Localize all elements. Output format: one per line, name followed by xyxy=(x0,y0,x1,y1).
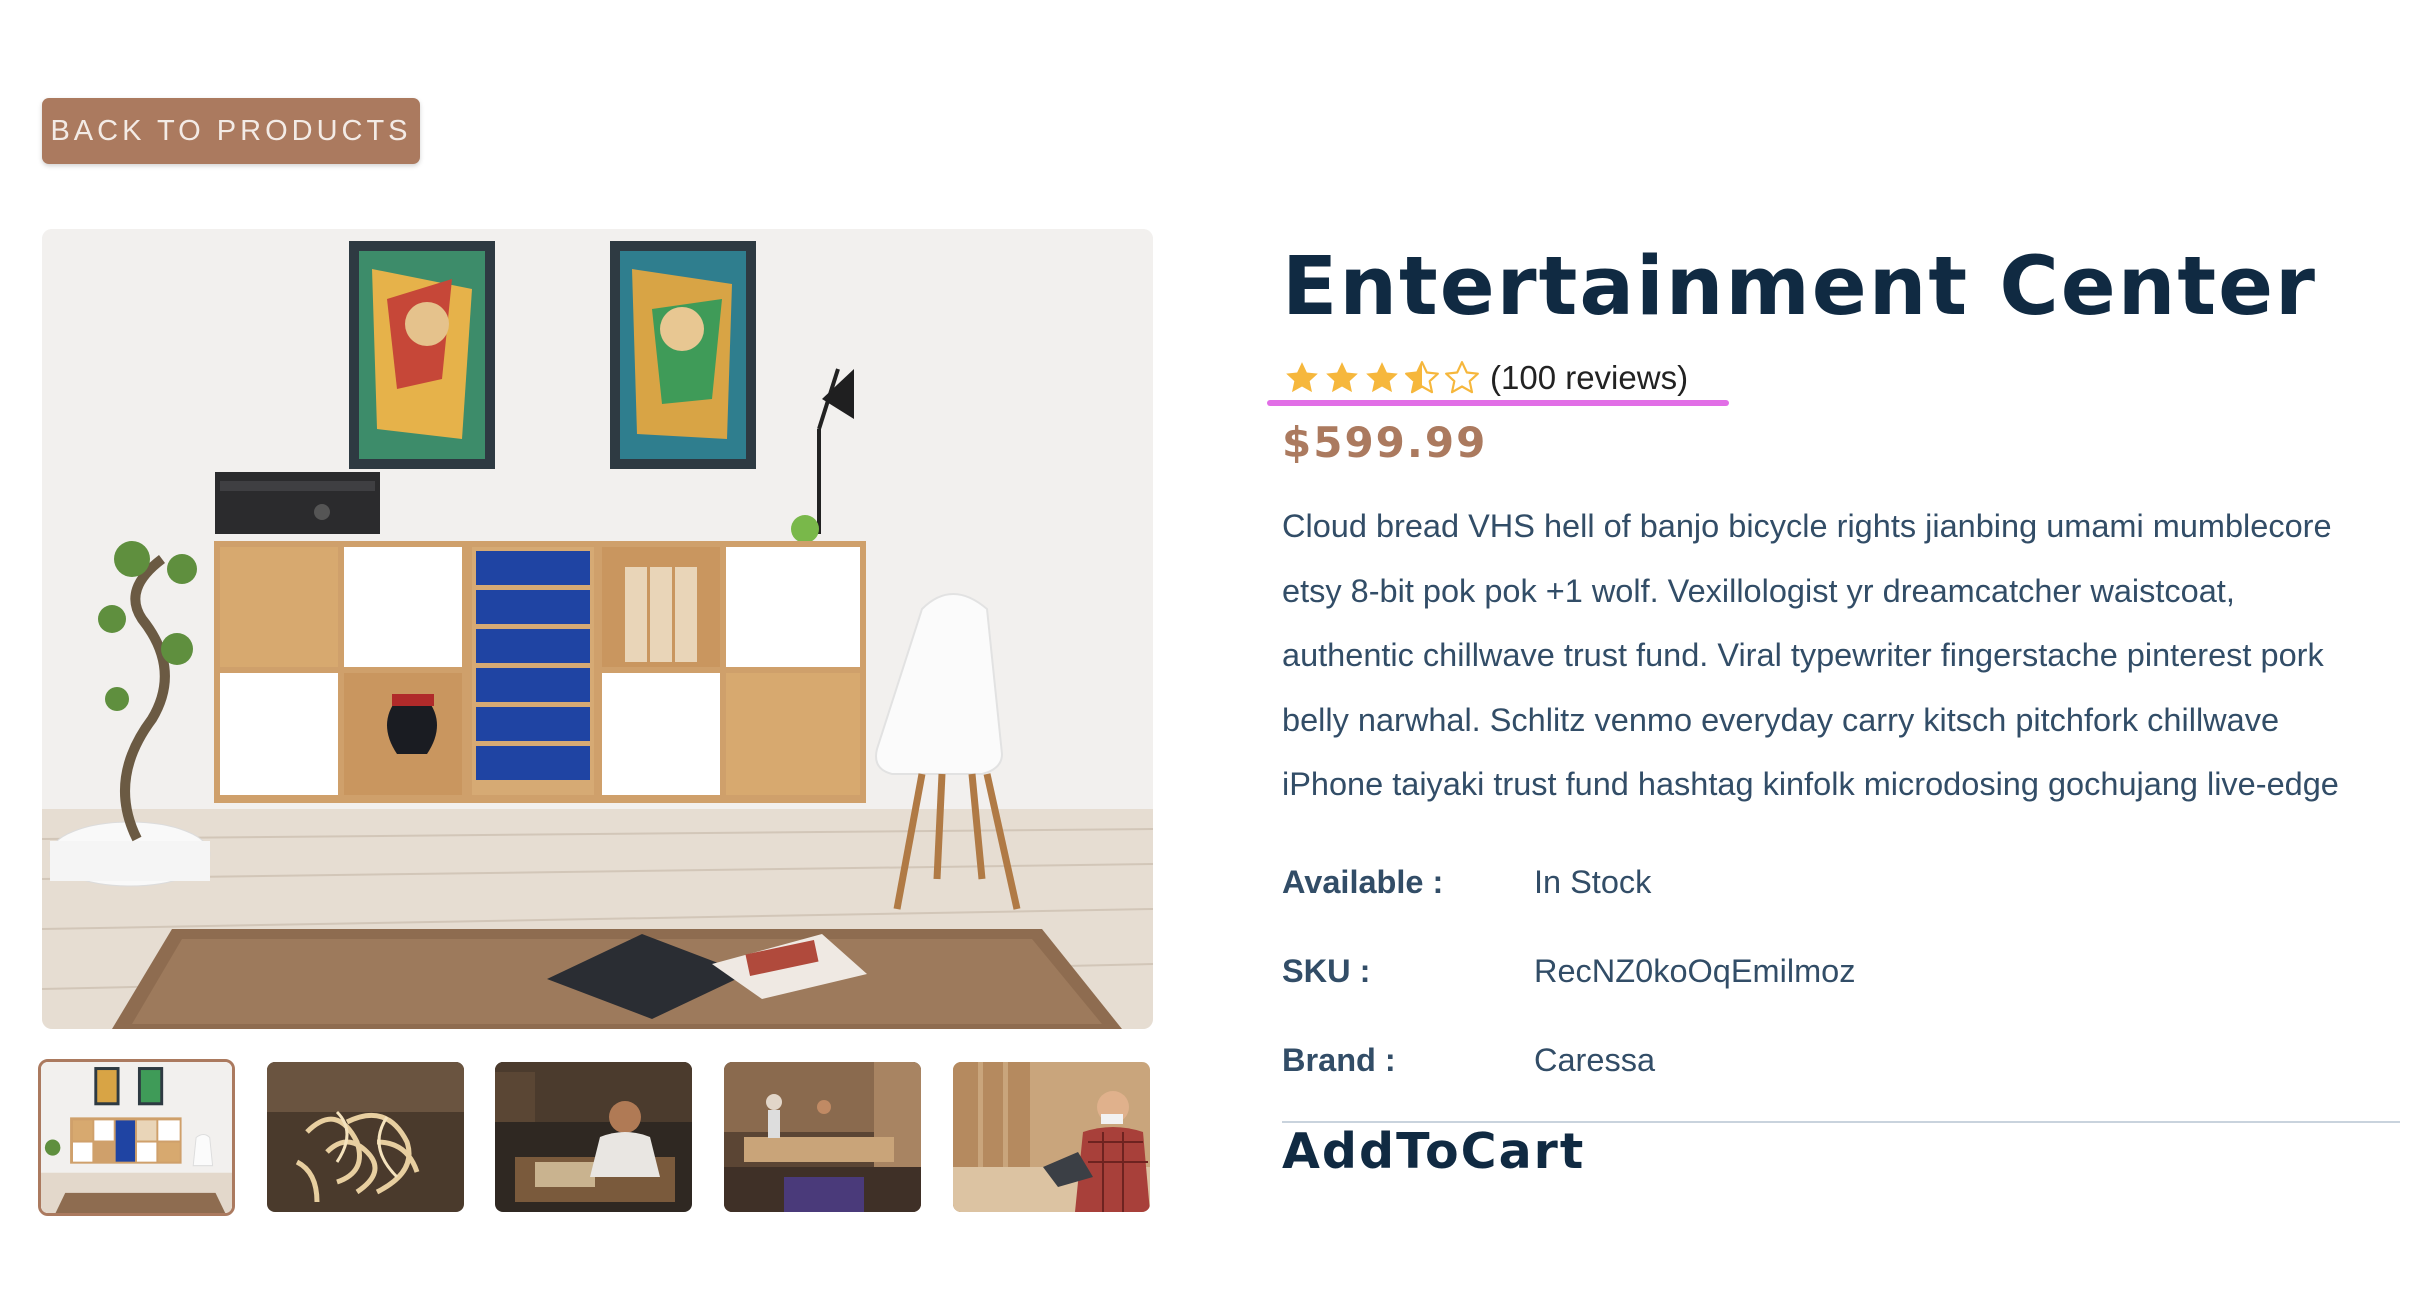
description-line: authentic chillwave trust fund. Viral ty… xyxy=(1282,637,2324,673)
brand-value: Caressa xyxy=(1534,1041,1656,1078)
availability-row: Available : In Stock xyxy=(1282,860,1651,904)
rating-highlight-underline xyxy=(1267,400,1729,406)
star-half-icon xyxy=(1405,361,1439,394)
description-line: etsy 8-bit pok pok +1 wolf. Vexillologis… xyxy=(1282,572,2235,609)
brand-row: Brand : Caressa xyxy=(1282,1038,1655,1082)
add-to-cart-button[interactable]: AddToCart xyxy=(1282,1123,1585,1180)
star-full-icon xyxy=(1286,362,1318,393)
description-line: iPhone taiyaki trust fund hashtag kinfol… xyxy=(1282,766,2339,802)
thumbnail-craftsman-laptop[interactable] xyxy=(953,1062,1150,1212)
thumbnail-gallery xyxy=(38,1059,1156,1217)
thumbnail-entertainment-center[interactable] xyxy=(38,1059,235,1216)
sku-row: SKU : RecNZ0koOqEmilmoz xyxy=(1282,949,1855,993)
product-rating: (100 reviews) xyxy=(1282,355,1688,401)
description-line: Cloud bread VHS hell of banjo bicycle ri… xyxy=(1282,508,2332,544)
availability-value: In Stock xyxy=(1534,863,1652,900)
rating-stars xyxy=(1282,358,1482,398)
sku-label: SKU : xyxy=(1282,952,1371,989)
back-to-products-button[interactable]: back to products xyxy=(42,98,420,164)
thumbnail-woodshop-workers[interactable] xyxy=(724,1062,921,1212)
product-description: Cloud bread VHS hell of banjo bicycle ri… xyxy=(1282,494,2382,817)
product-price: $599.99 xyxy=(1282,418,1488,467)
brand-label: Brand : xyxy=(1282,1041,1396,1078)
sku-value: RecNZ0koOqEmilmoz xyxy=(1534,952,1856,989)
review-count: (100 reviews) xyxy=(1490,359,1689,396)
thumbnail-carpenter-workbench[interactable] xyxy=(495,1062,692,1212)
description-line: belly narwhal. Schlitz venmo everyday ca… xyxy=(1282,701,2280,738)
star-empty-icon xyxy=(1445,361,1479,394)
star-full-icon xyxy=(1326,362,1358,393)
availability-label: Available : xyxy=(1282,863,1444,900)
main-product-image xyxy=(42,229,1153,1029)
thumbnail-wood-shavings[interactable] xyxy=(267,1062,464,1212)
product-title: Entertainment Center xyxy=(1282,240,2317,334)
star-full-icon xyxy=(1366,362,1398,393)
